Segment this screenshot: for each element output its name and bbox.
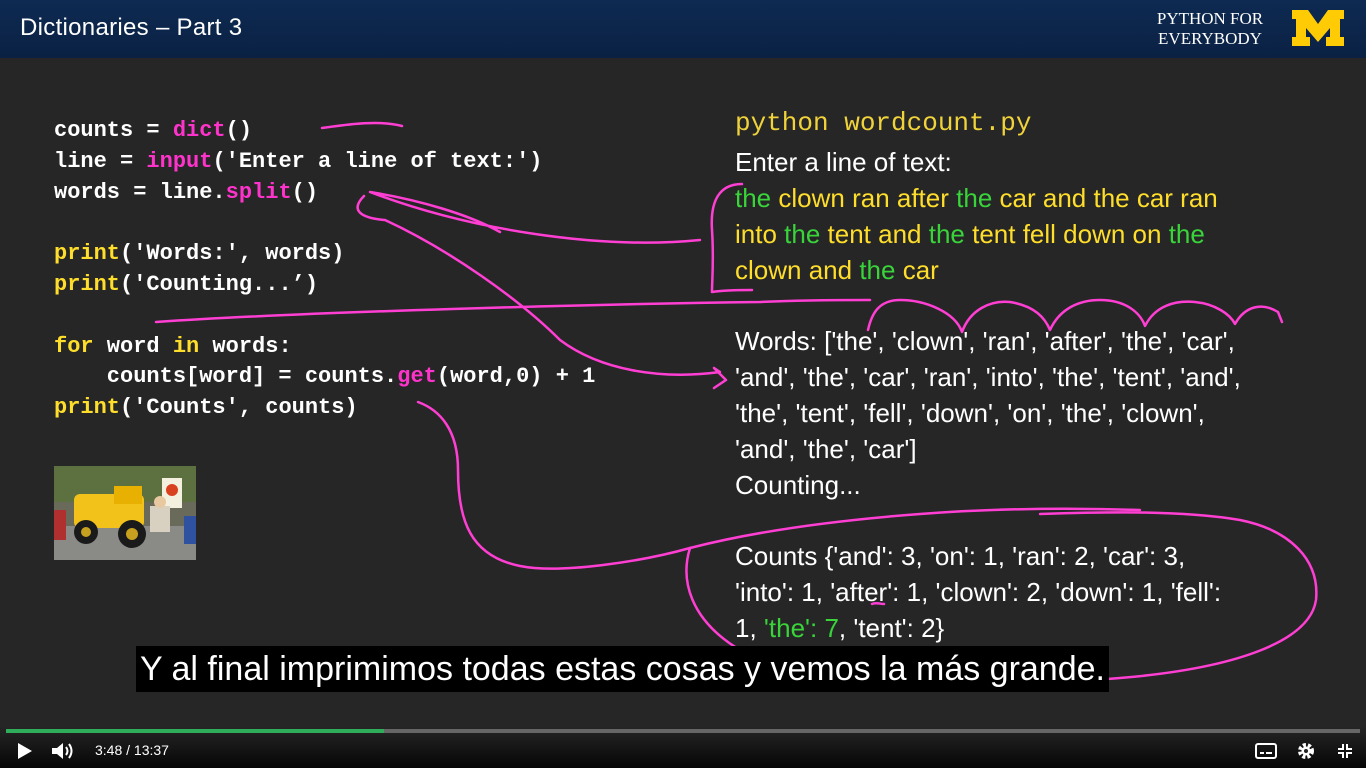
- text-segment: the: [859, 255, 896, 285]
- text-segment: ('Counts', counts): [120, 395, 358, 421]
- text-segment: 1,: [735, 613, 764, 643]
- brand-line-2: EVERYBODY: [1158, 29, 1262, 48]
- code-line: line = input('Enter a line of text:'): [54, 147, 595, 178]
- brand-text: PYTHON FOR EVERYBODY: [1148, 9, 1272, 49]
- text-segment: word: [93, 333, 173, 359]
- text-segment: words = line.: [54, 179, 226, 205]
- text-segment: split: [225, 179, 292, 205]
- duration: 13:37: [133, 742, 169, 758]
- text-segment: in: [172, 333, 200, 359]
- text-segment: car and the car ran: [992, 183, 1218, 213]
- text-segment: into: [735, 219, 785, 249]
- terminal-words-output: Words: ['the', 'clown', 'ran', 'after', …: [735, 323, 1241, 503]
- code-line: print('Counts', counts): [54, 393, 595, 424]
- code-line: counts[word] = counts.get(word,0) + 1: [54, 362, 596, 393]
- terminal-line: clown and the car: [735, 252, 1218, 288]
- text-segment: words:: [199, 333, 292, 359]
- text-segment: 'into': 1, 'after': 1, 'clown': 2, 'down…: [735, 577, 1222, 607]
- terminal-line: 'the', 'tent', 'fell', 'down', 'on', 'th…: [735, 398, 1205, 428]
- current-time: 3:48: [95, 742, 123, 758]
- terminal-line: 'into': 1, 'after': 1, 'clown': 2, 'down…: [735, 574, 1221, 610]
- text-segment: line =: [54, 148, 147, 174]
- text-segment: the: [1168, 219, 1205, 249]
- text-segment: counts[word] = counts.: [54, 364, 398, 390]
- terminal-input-text: the clown ran after the car and the car …: [735, 180, 1218, 288]
- text-segment: print: [54, 395, 121, 421]
- text-segment: car: [895, 255, 939, 285]
- text-segment: dict: [172, 118, 226, 143]
- terminal-line: Counts {'and': 3, 'on': 1, 'ran': 2, 'ca…: [735, 538, 1221, 574]
- time-display: 3:48 / 13:37: [95, 742, 169, 758]
- terminal-command: python wordcount.py: [735, 108, 1032, 138]
- text-segment: input: [146, 148, 213, 174]
- text-segment: , 'tent': 2}: [838, 613, 945, 643]
- text-segment: tent and: [820, 219, 929, 249]
- text-segment: print: [54, 271, 121, 297]
- terminal-line: the clown ran after the car and the car …: [735, 180, 1218, 216]
- text-segment: ('Counting...’): [120, 271, 319, 297]
- text-segment: counts =: [54, 118, 173, 143]
- text-segment: clown and: [735, 255, 860, 285]
- fullscreen-exit-icon[interactable]: [1336, 742, 1354, 760]
- text-segment: (): [291, 179, 319, 205]
- terminal-line: Counting...: [735, 470, 861, 500]
- brand-line-1: PYTHON FOR: [1156, 9, 1264, 28]
- time-separator: /: [126, 742, 131, 758]
- code-listing: counts = dict() line = input('Enter a lin…: [54, 116, 595, 424]
- text-segment: 'the': 7: [763, 613, 839, 643]
- text-segment: Counts {'and': 3, 'on': 1, 'ran': 2, 'ca…: [735, 541, 1186, 571]
- text-segment: ('Enter a line of text:'): [212, 148, 543, 174]
- text-segment: (): [225, 118, 253, 143]
- play-icon[interactable]: [14, 742, 34, 760]
- code-line: for word in words:: [54, 332, 595, 363]
- code-line: print('Words:', words): [54, 239, 595, 270]
- text-segment: the: [784, 219, 821, 249]
- slide-title: Dictionaries – Part 3: [20, 14, 243, 41]
- subtitle-caption: Y al final imprimimos todas estas cosas …: [136, 646, 1109, 692]
- code-line: print('Counting...’): [54, 270, 595, 301]
- text-segment: tent fell down on: [964, 219, 1169, 249]
- terminal-line: 'and', 'the', 'car']: [735, 434, 917, 464]
- terminal-line: Words: ['the', 'clown', 'ran', 'after', …: [735, 326, 1235, 356]
- captions-icon[interactable]: [1255, 742, 1277, 760]
- terminal-line: into the tent and the tent fell down on …: [735, 216, 1218, 252]
- text-segment: for: [54, 333, 94, 359]
- gear-icon[interactable]: [1296, 741, 1316, 761]
- terminal-counts-output: Counts {'and': 3, 'on': 1, 'ran': 2, 'ca…: [735, 538, 1221, 646]
- volume-icon[interactable]: [50, 741, 74, 761]
- terminal-prompt: Enter a line of text:: [735, 147, 952, 177]
- text-segment: the: [928, 219, 965, 249]
- text-segment: ('Words:', words): [120, 241, 345, 267]
- text-segment: the: [956, 183, 993, 213]
- text-segment: (word,0) + 1: [436, 364, 596, 390]
- text-segment: print: [54, 241, 121, 267]
- progress-bar-played[interactable]: [6, 729, 384, 733]
- text-segment: the: [735, 183, 772, 213]
- terminal-line: 'and', 'the', 'car', 'ran', 'into', 'the…: [735, 362, 1241, 392]
- terminal-line: 1, 'the': 7, 'tent': 2}: [735, 610, 1221, 646]
- text-segment: get: [397, 364, 437, 390]
- slide-header: Dictionaries – Part 3 PYTHON FOR EVERYBO…: [0, 0, 1366, 58]
- code-line: words = line.split(): [54, 178, 595, 209]
- clown-car-photo: [54, 466, 196, 560]
- code-line: counts = dict(): [54, 116, 595, 147]
- text-segment: clown ran after: [771, 183, 957, 213]
- michigan-m-logo: [1292, 10, 1344, 46]
